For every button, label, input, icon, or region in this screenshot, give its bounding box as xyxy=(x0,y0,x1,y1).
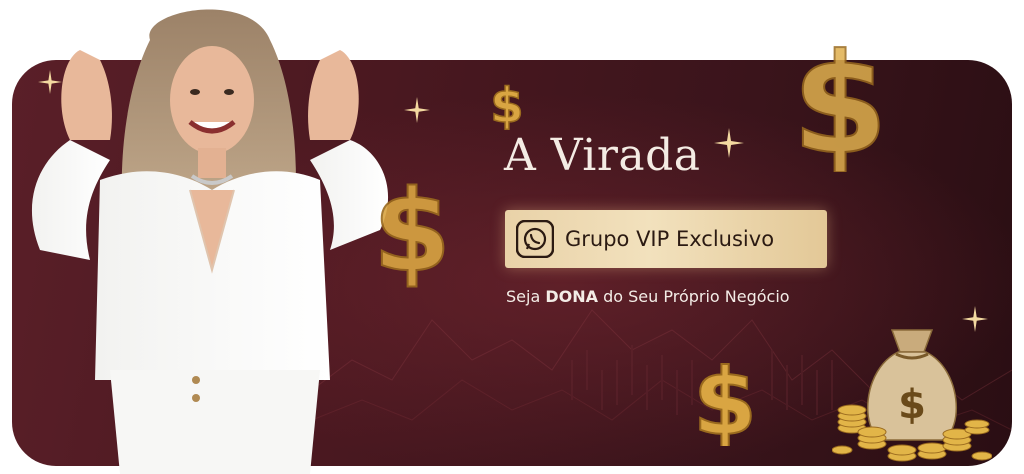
woman-illustration xyxy=(31,9,389,474)
dollar-sign-icon: $ xyxy=(791,32,889,172)
svg-text:$: $ xyxy=(490,78,523,130)
vip-group-button[interactable]: Grupo VIP Exclusivo xyxy=(505,210,827,268)
tagline: Seja DONA do Seu Próprio Negócio xyxy=(506,287,790,306)
sparkle-icon xyxy=(38,70,62,94)
svg-text:$: $ xyxy=(693,350,757,446)
money-bag-icon: $ xyxy=(832,329,992,462)
dollar-sign-icon: $ xyxy=(692,350,758,446)
tagline-emphasis: DONA xyxy=(545,287,598,306)
vip-button-label: Grupo VIP Exclusivo xyxy=(565,227,775,251)
tagline-suffix: do Seu Próprio Negócio xyxy=(598,287,790,306)
banner-title: A Virada xyxy=(504,130,701,181)
sparkle-icon xyxy=(404,97,430,123)
sparkle-icon xyxy=(714,128,744,158)
svg-text:$: $ xyxy=(792,32,888,172)
svg-text:$: $ xyxy=(898,382,926,428)
dollar-sign-icon: $ xyxy=(372,170,452,290)
stage: A Virada Grupo VIP Exclusivo Seja DONA d… xyxy=(0,0,1024,474)
svg-text:$: $ xyxy=(373,170,451,290)
dollar-sign-icon: $ xyxy=(490,78,525,130)
tagline-prefix: Seja xyxy=(506,287,546,306)
whatsapp-icon xyxy=(515,219,555,259)
